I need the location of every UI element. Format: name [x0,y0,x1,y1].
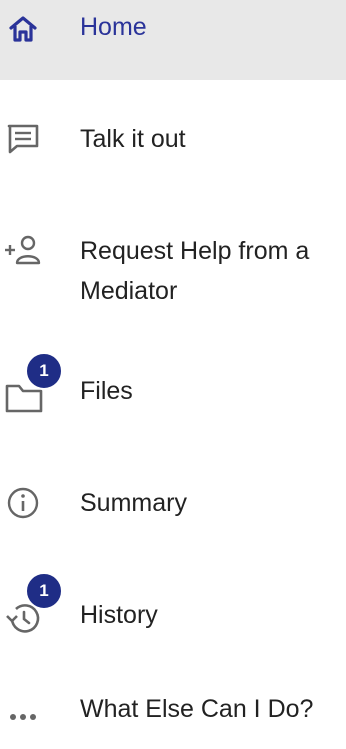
nav-item-label-line-2: Mediator [80,277,178,305]
nav-item-label: Home [80,13,147,41]
nav-item-label: Summary [80,489,187,517]
files-notification-badge: 1 [25,352,63,390]
nav-item-home[interactable]: Home [0,0,346,80]
side-navigation: Home Talk it out Request Help from a Med… [0,0,346,749]
history-notification-badge: 1 [25,572,63,610]
nav-item-label: History [80,601,158,629]
nav-item-request-mediator[interactable]: Request Help from a Mediator [0,222,346,322]
nav-item-history[interactable]: 1 History [0,568,346,648]
add-user-icon [2,229,44,271]
nav-item-talk-it-out[interactable]: Talk it out [0,102,346,174]
nav-item-label: Files [80,377,133,405]
home-icon [2,8,44,50]
nav-item-files[interactable]: 1 Files [0,350,346,430]
more-icon [2,696,44,738]
nav-item-what-else[interactable]: What Else Can I Do? [0,686,346,749]
chat-icon [2,118,44,160]
nav-item-label: What Else Can I Do? [80,695,314,723]
info-icon [2,482,44,524]
nav-item-label: Talk it out [80,125,186,153]
nav-item-label-line-1: Request Help from a [80,237,310,265]
nav-item-summary[interactable]: Summary [0,466,346,538]
